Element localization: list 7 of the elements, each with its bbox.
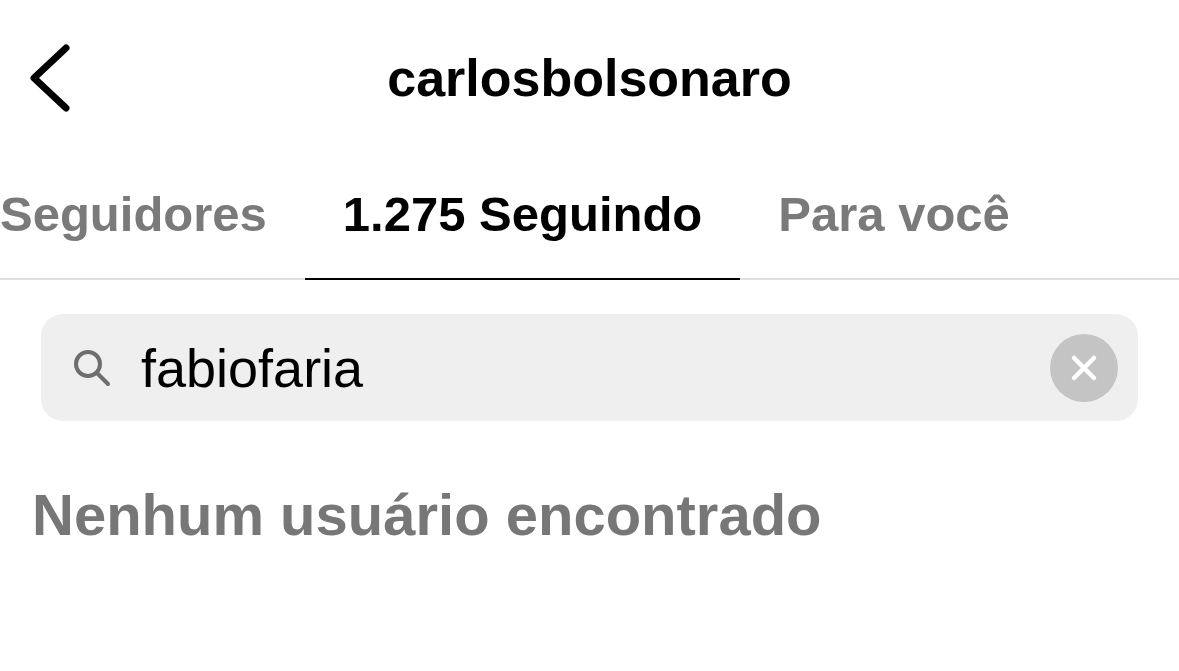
empty-message: Nenhum usuário encontrado (32, 481, 823, 548)
search-bar[interactable]: fabiofaria (41, 314, 1138, 421)
tab[interactable]: 1.275 Seguindo (304, 150, 741, 280)
search-field[interactable]: fabiofaria (139, 335, 1050, 400)
profile-title: carlosbolsonaro (387, 48, 792, 108)
tab[interactable]: Seguidores (0, 150, 305, 280)
tab[interactable]: Para você (740, 150, 1048, 280)
